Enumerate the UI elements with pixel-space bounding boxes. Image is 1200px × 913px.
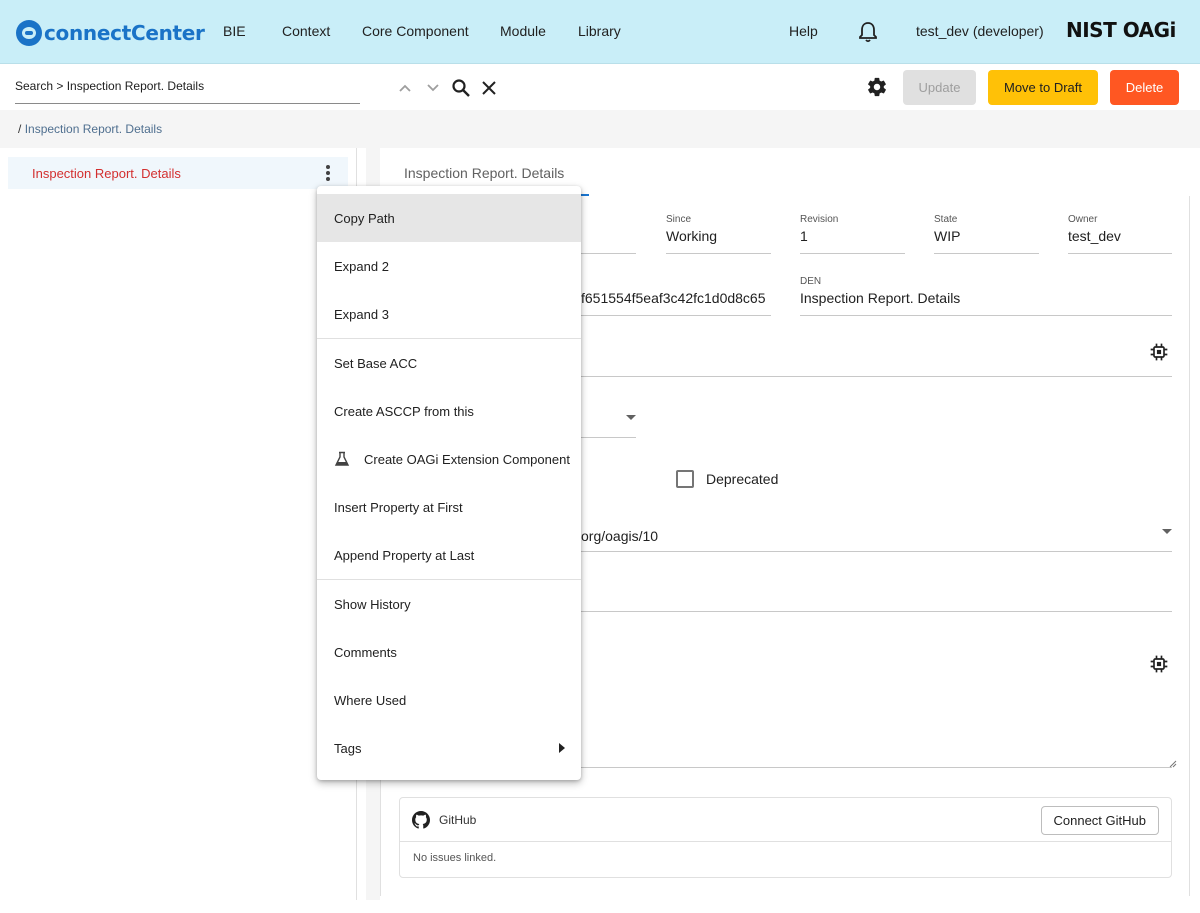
nav-core-component[interactable]: Core Component [362,23,469,39]
search-controls [394,76,500,100]
notification-bell-icon[interactable] [858,21,878,43]
connect-github-button[interactable]: Connect GitHub [1040,806,1159,835]
hidden-field-partial[interactable] [581,196,636,254]
menu-item-label: Append Property at Last [334,547,475,563]
owner-label: Owner [1068,214,1098,225]
menu-item-label: Expand 2 [334,258,389,274]
menu-item-where-used[interactable]: Where Used [317,676,581,724]
component-tree: Inspection Report. Details [0,148,357,900]
menu-item-append-last[interactable]: Append Property at Last [317,531,581,579]
menu-item-label: Where Used [334,692,407,708]
context-menu: Copy Path Expand 2 Expand 3 Set Base ACC… [317,186,581,780]
guid-field[interactable]: f651554f5eaf3c42fc1d0d8c65 [581,276,771,316]
org-logo: NIST OAGi [1066,18,1176,42]
github-panel: GitHub Connect GitHub No issues linked. [399,797,1172,878]
namespace-select[interactable]: org/oagis/10 [581,524,1172,552]
property-term-field[interactable] [581,336,1172,377]
den-label: DEN [800,276,822,287]
tab-details[interactable]: Inspection Report. Details [404,165,564,181]
menu-item-label: Tags [334,740,362,756]
user-menu[interactable]: test_dev (developer) [916,23,1044,39]
menu-item-set-base-acc[interactable]: Set Base ACC [317,339,581,387]
logo-icon [16,20,42,46]
nav-module[interactable]: Module [500,23,546,39]
github-title: GitHub [439,813,477,827]
close-icon[interactable] [478,77,500,99]
owner-value: test_dev [1068,228,1121,244]
menu-item-label: Create OAGi Extension Component [364,451,570,467]
definition-textarea[interactable] [581,646,1172,768]
menu-item-label: Copy Path [334,210,395,226]
update-button[interactable]: Update [903,70,976,105]
den-field[interactable]: DEN Inspection Report. Details [800,276,1172,316]
submenu-arrow-icon [559,743,565,753]
menu-item-label: Set Base ACC [334,355,418,371]
dropdown-arrow-icon[interactable] [626,415,636,420]
guid-value: f651554f5eaf3c42fc1d0d8c65 [581,290,766,306]
since-field[interactable]: Since Working [666,214,771,254]
revision-field[interactable]: Revision 1 [800,214,905,254]
menu-item-expand-2[interactable]: Expand 2 [317,242,581,290]
component-type-select[interactable] [581,406,636,438]
namespace-dropdown-arrow-icon[interactable] [1162,529,1172,534]
state-label: State [934,214,958,225]
move-to-draft-button[interactable]: Move to Draft [988,70,1098,105]
github-header: GitHub Connect GitHub [400,798,1171,842]
logo-text: connectCenter [44,21,205,45]
tree-node-label[interactable]: Inspection Report. Details [32,166,181,181]
menu-item-show-history[interactable]: Show History [317,580,581,628]
menu-item-create-extension[interactable]: Create OAGi Extension Component [317,435,581,483]
resize-handle-icon[interactable] [1167,758,1177,768]
breadcrumb-separator: / [18,122,22,136]
chevron-down-icon[interactable] [422,77,444,99]
top-navbar: connectCenter BIE Context Core Component… [0,0,1200,64]
breadcrumb: / Inspection Report. Details [0,110,1200,148]
den-value: Inspection Report. Details [800,290,961,306]
spellcheck-chip-icon[interactable] [1149,342,1169,362]
breadcrumb-current[interactable]: Inspection Report. Details [25,122,162,136]
deprecated-checkbox[interactable] [676,470,694,488]
gear-icon[interactable] [866,76,888,98]
menu-item-insert-first[interactable]: Insert Property at First [317,483,581,531]
app-logo[interactable]: connectCenter [16,18,205,48]
search-icon[interactable] [450,77,472,99]
nav-context[interactable]: Context [282,23,330,39]
revision-value: 1 [800,228,808,244]
owner-field[interactable]: Owner test_dev [1068,214,1172,254]
deprecated-label: Deprecated [706,471,779,487]
delete-button[interactable]: Delete [1110,70,1179,105]
chevron-up-icon[interactable] [394,77,416,99]
kebab-menu-icon[interactable] [326,165,330,181]
menu-item-create-asccp[interactable]: Create ASCCP from this [317,387,581,435]
github-icon [412,811,430,829]
github-empty-text: No issues linked. [413,852,497,864]
menu-item-comments[interactable]: Comments [317,628,581,676]
search-input[interactable]: Search > Inspection Report. Details [15,78,360,104]
revision-label: Revision [800,214,839,225]
menu-item-label: Insert Property at First [334,499,463,515]
since-label: Since [666,214,692,225]
flask-icon [334,451,350,466]
tag-field[interactable] [581,586,1172,612]
menu-item-label: Show History [334,596,411,612]
menu-item-label: Expand 3 [334,306,389,322]
namespace-value: org/oagis/10 [581,528,659,544]
nav-library[interactable]: Library [578,23,621,39]
menu-item-label: Create ASCCP from this [334,403,474,419]
state-field[interactable]: State WIP [934,214,1039,254]
nav-bie[interactable]: BIE [223,23,246,39]
since-value: Working [666,228,718,244]
menu-item-tags[interactable]: Tags [317,724,581,772]
state-value: WIP [934,228,961,244]
tree-node-root[interactable]: Inspection Report. Details [8,157,348,189]
nav-help[interactable]: Help [789,23,818,39]
menu-item-expand-3[interactable]: Expand 3 [317,290,581,338]
menu-item-label: Comments [334,644,397,660]
menu-item-copy-path[interactable]: Copy Path [317,194,581,242]
